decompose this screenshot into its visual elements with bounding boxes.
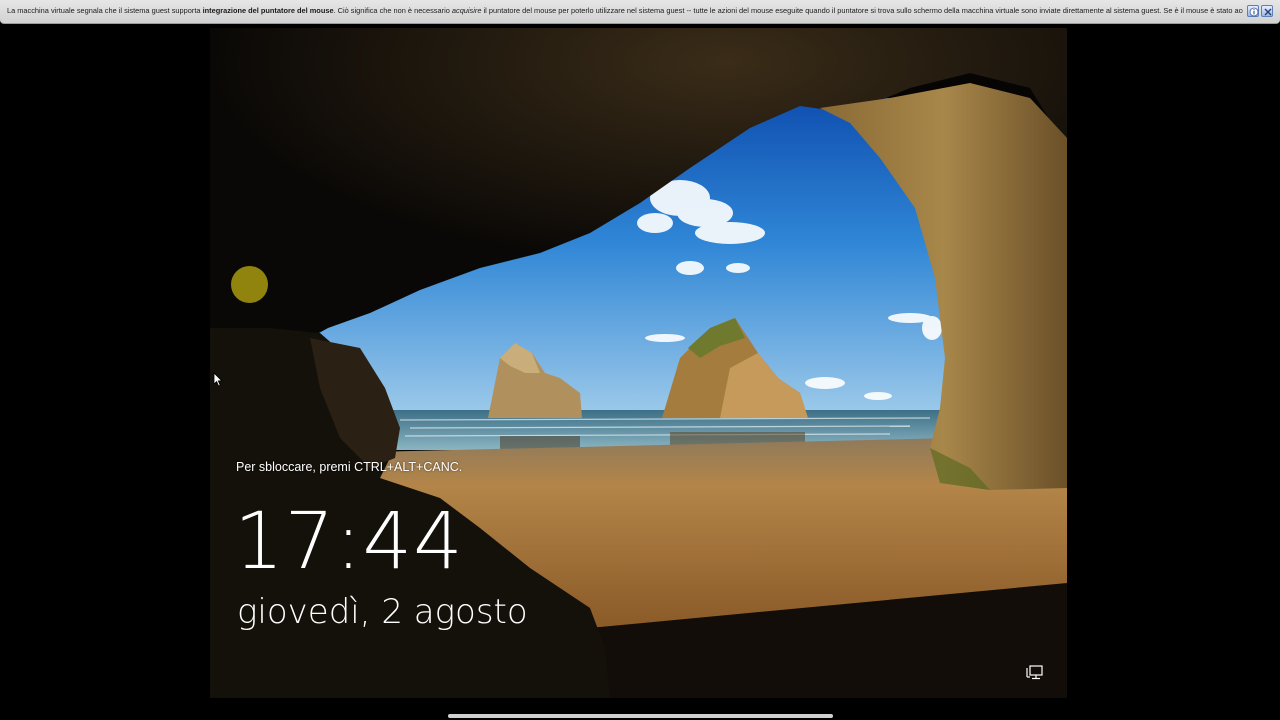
unlock-hint: Per sbloccare, premi CTRL+ALT+CANC. — [236, 460, 463, 474]
notification-text-end: il puntatore del mouse per poterlo utili… — [481, 6, 1243, 15]
lockscreen-clock: 17:44 — [234, 497, 464, 587]
cursor-highlight — [231, 266, 268, 303]
lockscreen-date: giovedì, 2 agosto — [237, 592, 528, 632]
mouse-integration-notification: La macchina virtuale segnala che il sist… — [0, 0, 1280, 24]
notification-text-middle: . Ciò significa che non è necessario — [333, 6, 452, 15]
horizontal-scrollbar[interactable] — [448, 714, 833, 718]
notification-help-button[interactable] — [1247, 5, 1259, 17]
notification-text-start: La macchina virtuale segnala che il sist… — [7, 6, 203, 15]
notification-text-italic: acquisire — [451, 6, 482, 15]
info-icon — [1249, 7, 1259, 17]
vm-screen[interactable]: Per sbloccare, premi CTRL+ALT+CANC. 17:4… — [210, 28, 1067, 698]
mouse-pointer-icon — [213, 372, 223, 387]
close-icon — [1264, 8, 1272, 16]
notification-text-bold: integrazione del puntatore del mouse — [202, 6, 334, 15]
notification-close-button[interactable] — [1261, 5, 1273, 17]
network-icon[interactable] — [1026, 665, 1044, 681]
notification-text: La macchina virtuale segnala che il sist… — [7, 6, 1243, 16]
